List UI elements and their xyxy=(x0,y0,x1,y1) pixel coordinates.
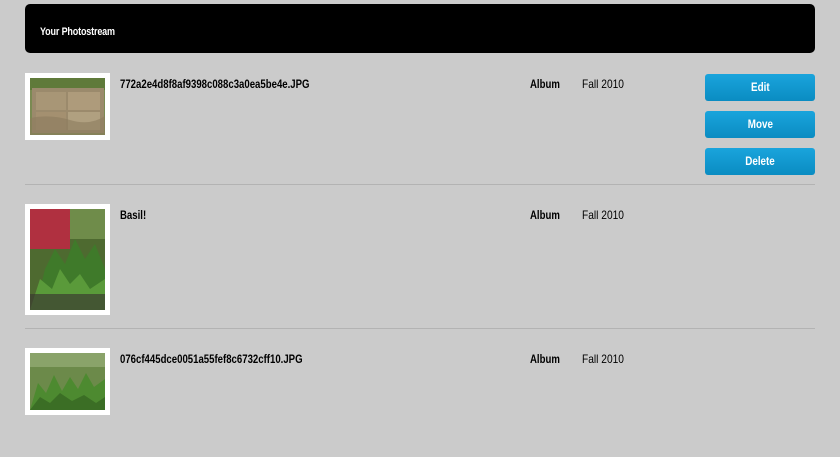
photo-row: Basil! Album Fall 2010 xyxy=(25,204,815,316)
photo-row: 076cf445dce0051a55fef8c6732cff10.JPG Alb… xyxy=(25,348,815,418)
album-label: Album xyxy=(530,208,560,222)
album-label: Album xyxy=(530,77,560,91)
move-button[interactable]: Move xyxy=(705,111,815,138)
photo-row: 772a2e4d8f8af9398c088c3a0ea5be4e.JPG Alb… xyxy=(25,73,815,183)
page-header: Your Photostream xyxy=(25,4,815,53)
row-divider xyxy=(25,184,815,185)
delete-button-label: Delete xyxy=(745,154,775,168)
album-value: Fall 2010 xyxy=(582,208,624,222)
photo-image xyxy=(30,209,105,310)
album-label: Album xyxy=(530,352,560,366)
album-value: Fall 2010 xyxy=(582,77,624,91)
photo-name[interactable]: Basil! xyxy=(120,208,146,222)
photo-thumbnail[interactable] xyxy=(25,73,110,140)
move-button-label: Move xyxy=(747,117,773,131)
page-title: Your Photostream xyxy=(40,26,115,38)
photo-name[interactable]: 772a2e4d8f8af9398c088c3a0ea5be4e.JPG xyxy=(120,77,310,91)
edit-button-label: Edit xyxy=(750,80,770,94)
photo-thumbnail[interactable] xyxy=(25,204,110,315)
delete-button[interactable]: Delete xyxy=(705,148,815,175)
edit-button[interactable]: Edit xyxy=(705,74,815,101)
photo-name[interactable]: 076cf445dce0051a55fef8c6732cff10.JPG xyxy=(120,352,303,366)
row-divider xyxy=(25,328,815,329)
photo-thumbnail[interactable] xyxy=(25,348,110,415)
album-value: Fall 2010 xyxy=(582,352,624,366)
photo-image xyxy=(30,78,105,135)
photo-image xyxy=(30,353,105,410)
